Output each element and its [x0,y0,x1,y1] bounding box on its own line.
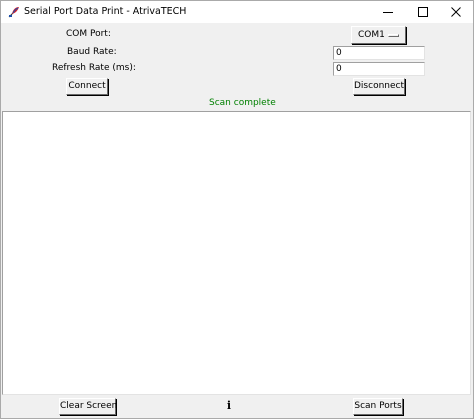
baud-rate-input[interactable] [333,46,425,60]
close-icon [451,7,461,17]
info-icon[interactable]: i [226,400,232,412]
baud-rate-label: Baud Rate: [67,47,117,57]
maximize-button[interactable] [406,1,440,23]
minimize-button[interactable] [371,1,405,23]
close-button[interactable] [439,1,473,23]
settings-panel: COM Port: COM1 Baud Rate: Refresh Rate (… [1,23,473,110]
tk-feather-icon [8,6,20,18]
com-port-label: COM Port: [66,29,111,39]
minimize-icon [383,7,393,17]
bottom-bar: Clear Screen i Scan Ports [1,395,473,418]
title-bar[interactable]: Serial Port Data Print - AtrivaTECH [1,1,473,23]
refresh-rate-label: Refresh Rate (ms): [52,63,136,73]
disconnect-button[interactable]: Disconnect [353,78,405,95]
connect-button[interactable]: Connect [66,78,108,95]
refresh-rate-input[interactable] [333,62,425,76]
com-port-dropdown[interactable]: COM1 [351,26,406,44]
scan-ports-button[interactable]: Scan Ports [353,398,403,415]
maximize-icon [418,7,428,17]
dropdown-indicator-icon [388,34,399,37]
app-window: Serial Port Data Print - AtrivaTECH COM … [0,0,474,419]
clear-screen-button[interactable]: Clear Screen [59,398,117,415]
com-port-selected: COM1 [358,30,385,40]
window-title: Serial Port Data Print - AtrivaTECH [24,6,187,17]
output-text-area[interactable] [2,111,471,395]
status-text: Scan complete [209,98,276,108]
